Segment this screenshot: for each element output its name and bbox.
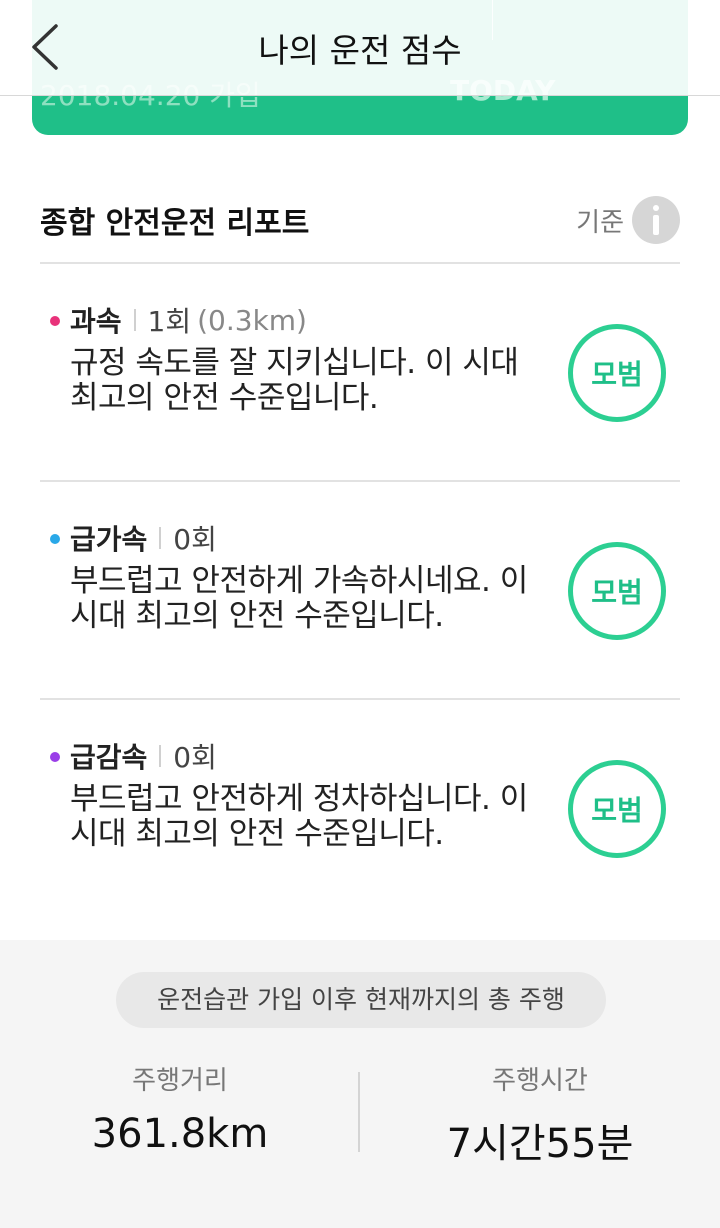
- report-item-rapid-acceleration: 급가속 0회 부드럽고 안전하게 가속하시네요. 이 시대 최고의 안전 수준입…: [40, 482, 680, 700]
- stat-divider: [358, 1072, 360, 1152]
- item-separator: [133, 309, 136, 331]
- distance-label: 주행거리: [132, 1066, 228, 1096]
- item-head: 과속 1회 (0.3km): [70, 300, 307, 340]
- page-title: 나의 운전 점수: [258, 31, 462, 70]
- grade-badge: 모범: [568, 542, 666, 640]
- report-header: 종합 안전운전 리포트 기준: [40, 196, 680, 264]
- time-value: 7시간55분: [446, 1121, 634, 1167]
- item-head: 급가속 0회: [70, 518, 217, 558]
- criteria-button[interactable]: 기준: [576, 196, 680, 244]
- item-name: 급가속: [70, 523, 148, 556]
- report-item-rapid-deceleration: 급감속 0회 부드럽고 안전하게 정차하십니다. 이 시대 최고의 안전 수준입…: [40, 700, 680, 918]
- time-stat: 주행시간 7시간55분: [390, 1060, 690, 1169]
- criteria-label: 기준: [576, 207, 624, 238]
- item-name: 과속: [70, 305, 122, 338]
- bullet-dot: [50, 534, 60, 544]
- item-name: 급감속: [70, 741, 148, 774]
- item-description: 부드럽고 안전하게 가속하시네요. 이 시대 최고의 안전 수준입니다.: [70, 563, 528, 634]
- item-description: 규정 속도를 잘 지키십니다. 이 시대 최고의 안전 수준입니다.: [70, 345, 519, 416]
- top-bar: 나의 운전 점수: [0, 0, 720, 96]
- grade-badge: 모범: [568, 760, 666, 858]
- time-label: 주행시간: [492, 1066, 588, 1096]
- summary-caption: 운전습관 가입 이후 현재까지의 총 주행: [116, 972, 606, 1028]
- item-separator: [159, 527, 162, 549]
- item-count: 0회: [173, 741, 217, 774]
- distance-value: 361.8km: [91, 1111, 269, 1157]
- report-title: 종합 안전운전 리포트: [40, 206, 310, 241]
- total-driving-summary: 운전습관 가입 이후 현재까지의 총 주행 주행거리 361.8km 주행시간 …: [0, 940, 720, 1228]
- item-count: 0회: [173, 523, 217, 556]
- bullet-dot: [50, 752, 60, 762]
- item-description: 부드럽고 안전하게 정차하십니다. 이 시대 최고의 안전 수준입니다.: [70, 781, 528, 852]
- info-icon[interactable]: [632, 196, 680, 244]
- item-distance: (0.3km): [197, 303, 307, 337]
- item-head: 급감속 0회: [70, 736, 217, 776]
- report-item-speeding: 과속 1회 (0.3km) 규정 속도를 잘 지키십니다. 이 시대 최고의 안…: [40, 264, 680, 482]
- item-separator: [159, 745, 162, 767]
- grade-badge: 모범: [568, 324, 666, 422]
- item-count: 1회: [147, 305, 192, 338]
- distance-stat: 주행거리 361.8km: [30, 1060, 330, 1157]
- bullet-dot: [50, 316, 60, 326]
